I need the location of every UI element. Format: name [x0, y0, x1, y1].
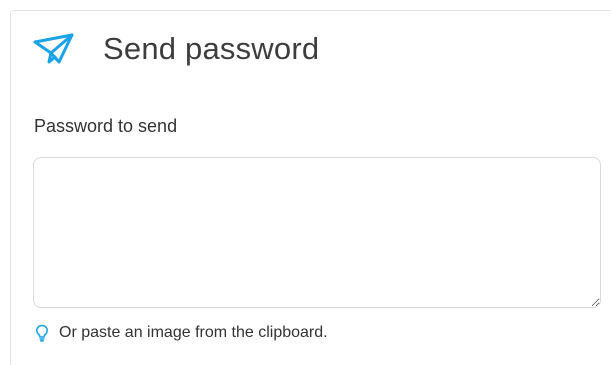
lightbulb-icon [35, 324, 49, 342]
paper-plane-icon [33, 33, 75, 65]
clipboard-hint: Or paste an image from the clipboard. [35, 324, 328, 342]
password-label: Password to send [34, 116, 178, 136]
page-title: Send password [103, 31, 320, 66]
hint-text: Or paste an image from the clipboard. [59, 324, 328, 341]
card-header: Send password [33, 29, 319, 69]
send-password-card: Send password Password to send Or paste … [10, 10, 611, 365]
password-textarea[interactable] [33, 157, 601, 308]
